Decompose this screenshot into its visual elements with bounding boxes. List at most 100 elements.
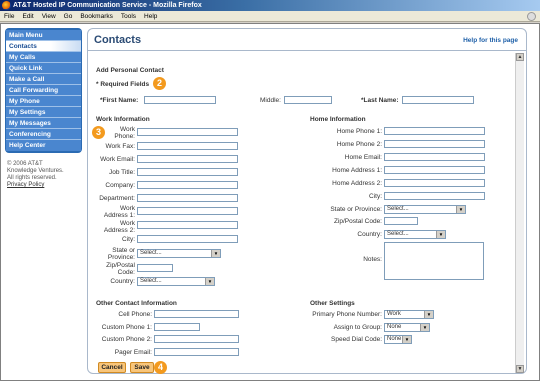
work-fax-input[interactable]: [137, 142, 238, 150]
sidebar-item-my-phone[interactable]: My Phone: [6, 96, 81, 107]
work-email-input[interactable]: [137, 155, 238, 163]
home-state-label: State or Province:: [330, 206, 382, 213]
primary-phone-label: Primary Phone Number:: [312, 311, 382, 318]
home-phone-2-input[interactable]: [384, 140, 485, 148]
home-phone-1-input[interactable]: [384, 127, 485, 135]
cancel-button[interactable]: Cancel: [98, 362, 126, 373]
callout-2: 2: [153, 77, 166, 90]
custom-phone-1-input[interactable]: [154, 323, 200, 331]
work-zip-input[interactable]: [137, 264, 173, 272]
last-name-input[interactable]: [402, 96, 474, 104]
scroll-down-icon[interactable]: ▼: [516, 365, 524, 373]
window-title: AT&T Hosted IP Communication Service - M…: [13, 2, 202, 9]
work-phone-label-2: Phone:: [114, 133, 135, 140]
custom-phone-1-label: Custom Phone 1:: [101, 324, 152, 331]
home-phone-1-label: Home Phone 1:: [336, 128, 382, 135]
menu-help[interactable]: Help: [140, 11, 161, 22]
browser-content: Main Menu Contacts My Calls Quick Link M…: [0, 23, 540, 381]
job-title-label: Job Title:: [108, 169, 135, 176]
pager-email-input[interactable]: [154, 348, 239, 356]
cell-phone-label: Cell Phone:: [118, 311, 152, 318]
sidebar-item-quick-link[interactable]: Quick Link: [6, 63, 81, 74]
sidebar-nav: Main Menu Contacts My Calls Quick Link M…: [5, 28, 82, 153]
scroll-up-icon[interactable]: ▲: [516, 53, 524, 61]
callout-3: 3: [92, 126, 105, 139]
work-address-1-input[interactable]: [137, 207, 238, 215]
home-info-title: Home Information: [310, 116, 366, 123]
required-note: * Required Fields: [96, 81, 150, 88]
throbber-icon: [527, 12, 536, 21]
assign-group-label: Assign to Group:: [333, 324, 382, 331]
main-panel: Contacts Help for this page ▲ ▼ Add Pers…: [87, 28, 527, 374]
sidebar-item-help-center[interactable]: Help Center: [6, 140, 81, 151]
home-city-label: City:: [369, 193, 382, 200]
department-input[interactable]: [137, 194, 238, 202]
menu-bookmarks[interactable]: Bookmarks: [76, 11, 117, 22]
work-phone-input[interactable]: [137, 128, 238, 136]
copyright-line-1: © 2006 AT&T: [7, 161, 43, 167]
company-input[interactable]: [137, 181, 238, 189]
menu-file[interactable]: File: [0, 11, 18, 22]
home-address-2-input[interactable]: [384, 179, 485, 187]
work-phone-label-1: Work: [119, 126, 135, 133]
window-titlebar: AT&T Hosted IP Communication Service - M…: [0, 0, 540, 11]
copyright: © 2006 AT&T Knowledge Ventures. All righ…: [5, 161, 82, 189]
menu-tools[interactable]: Tools: [117, 11, 140, 22]
privacy-policy-link[interactable]: Privacy Policy: [7, 182, 82, 189]
home-zip-label: Zip/Postal Code:: [333, 218, 382, 225]
speed-dial-select[interactable]: None: [384, 335, 412, 344]
pager-email-label: Pager Email:: [114, 349, 152, 356]
menu-bar: File Edit View Go Bookmarks Tools Help: [0, 11, 540, 22]
work-zip-label: Zip/Postal Code:: [90, 262, 135, 276]
home-state-select[interactable]: Select...: [384, 205, 466, 214]
cell-phone-input[interactable]: [154, 310, 239, 318]
sidebar-item-my-messages[interactable]: My Messages: [6, 118, 81, 129]
work-state-label-2: Province:: [107, 254, 135, 261]
work-city-input[interactable]: [137, 235, 238, 243]
custom-phone-2-input[interactable]: [154, 335, 239, 343]
work-info-title: Work Information: [96, 116, 150, 123]
sidebar-item-contacts[interactable]: Contacts: [6, 41, 81, 52]
copyright-line-2: Knowledge Ventures.: [7, 168, 64, 174]
copyright-line-3: All rights reserved.: [7, 175, 57, 181]
sidebar-item-make-a-call[interactable]: Make a Call: [6, 74, 81, 85]
sidebar-item-conferencing[interactable]: Conferencing: [6, 129, 81, 140]
work-country-label: Country:: [110, 278, 135, 285]
work-country-select[interactable]: Select...: [137, 277, 215, 286]
home-city-input[interactable]: [384, 192, 485, 200]
work-address-1-label-1: Work: [119, 205, 135, 212]
work-state-label-1: State or: [112, 247, 135, 254]
sidebar-item-my-settings[interactable]: My Settings: [6, 107, 81, 118]
middle-input[interactable]: [284, 96, 332, 104]
speed-dial-label: Speed Dial Code:: [331, 336, 382, 343]
assign-group-select[interactable]: None: [384, 323, 430, 332]
notes-label: Notes:: [363, 256, 382, 263]
menu-go[interactable]: Go: [60, 11, 77, 22]
home-country-label: Country:: [357, 231, 382, 238]
sidebar-item-main-menu[interactable]: Main Menu: [6, 30, 81, 41]
work-fax-label: Work Fax:: [105, 143, 136, 150]
sidebar-item-call-forwarding[interactable]: Call Forwarding: [6, 85, 81, 96]
work-zip-label-1: Zip/Postal: [106, 262, 135, 269]
work-state-select[interactable]: Select...: [137, 249, 221, 258]
first-name-input[interactable]: [144, 96, 216, 104]
help-link[interactable]: Help for this page: [463, 37, 518, 44]
home-email-label: Home Email:: [344, 154, 382, 161]
work-address-2-label-1: Work: [119, 220, 135, 227]
vertical-scrollbar[interactable]: ▲ ▼: [515, 53, 524, 373]
home-country-select[interactable]: Select...: [384, 230, 446, 239]
other-contact-title: Other Contact Information: [96, 300, 177, 307]
job-title-input[interactable]: [137, 168, 238, 176]
home-address-1-input[interactable]: [384, 166, 485, 174]
other-settings-title: Other Settings: [310, 300, 355, 307]
work-address-2-input[interactable]: [137, 221, 238, 229]
home-phone-2-label: Home Phone 2:: [336, 141, 382, 148]
sidebar-item-my-calls[interactable]: My Calls: [6, 52, 81, 63]
menu-edit[interactable]: Edit: [18, 11, 37, 22]
save-button[interactable]: Save: [130, 362, 154, 373]
home-email-input[interactable]: [384, 153, 485, 161]
primary-phone-select[interactable]: Work: [384, 310, 434, 319]
notes-textarea[interactable]: [384, 242, 484, 280]
home-zip-input[interactable]: [384, 217, 418, 225]
menu-view[interactable]: View: [38, 11, 60, 22]
